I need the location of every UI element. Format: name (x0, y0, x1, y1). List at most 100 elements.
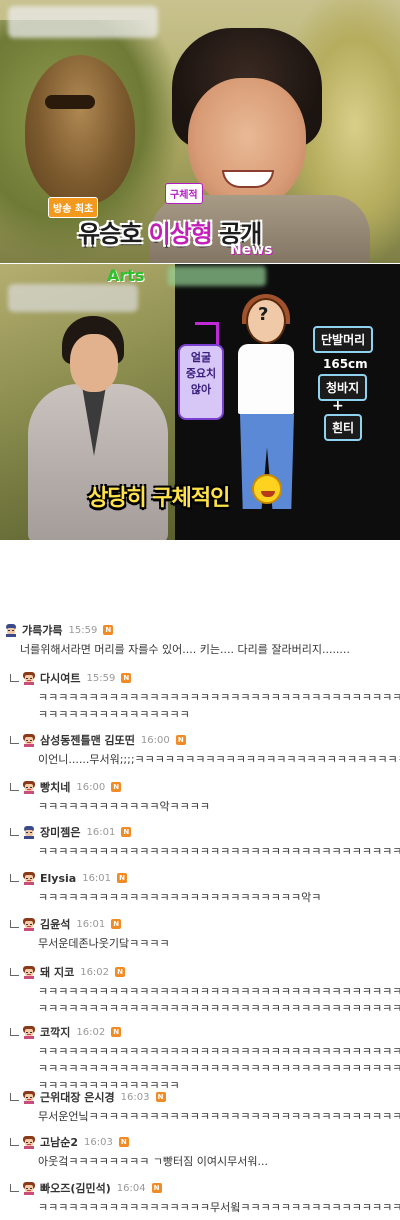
new-badge-icon: N (103, 625, 114, 635)
watermark-news: News (230, 242, 273, 258)
reply-arrow-icon (10, 1138, 19, 1146)
face-note-line-3: 않아 (190, 383, 212, 396)
comment-text: ㅋㅋㅋㅋㅋㅋㅋㅋㅋㅋㅋㅋㅋㅋㅋㅋㅋ무서윜ㅋㅋㅋㅋㅋㅋㅋㅋㅋㅋㅋㅋㅋㅋㅋㅋ (38, 1201, 400, 1214)
comment-nickname[interactable]: 다시여트 (40, 670, 80, 686)
comment-text: ㅋㅋㅋㅋㅋㅋㅋㅋㅋㅋㅋㅋ악ㅋㅋㅋㅋ (38, 800, 211, 813)
comment-meta: 김윤석 16:01 N (10, 916, 122, 932)
comment-time: 16:02 (76, 1026, 106, 1038)
comment-time: 15:59 (86, 672, 116, 684)
channel-brand: Arts (107, 266, 145, 285)
comment-nickname[interactable]: 빵치네 (40, 779, 70, 795)
reply-arrow-icon (10, 874, 19, 882)
label-white-tee: 흰티 (324, 414, 363, 441)
comment-text: ㅋㅋㅋㅋㅋㅋㅋㅋㅋㅋㅋㅋㅋㅋㅋㅋㅋㅋㅋㅋㅋㅋㅋㅋㅋㅋㅋㅋㅋㅋㅋㅋㅋㅋㅋㅋㅋ (38, 845, 400, 858)
girl-avatar-icon (22, 1181, 36, 1195)
new-badge-icon: N (121, 827, 132, 837)
question-mark-icon: ? (258, 304, 269, 325)
girl-avatar-icon (22, 1025, 36, 1039)
caption-quite-specific: 상당히 구체적인 (88, 486, 230, 511)
comment-nickname[interactable]: 돼 지코 (40, 964, 74, 980)
caption-name: 유승호 (78, 220, 149, 248)
girl-avatar-icon (22, 671, 36, 685)
girl-avatar-icon (22, 871, 36, 885)
comment-text: ㅋㅋㅋㅋㅋㅋㅋㅋㅋㅋㅋㅋㅋㅋㅋㅋㅋㅋㅋㅋㅋㅋㅋㅋㅋㅋㅋㅋㅋㅋㅋㅋㅋㅋㅋㅋ시 (38, 691, 400, 704)
caption: 방송 최초 구체적 유승호 이상형 공개 (20, 183, 332, 260)
new-badge-icon: N (118, 1137, 129, 1147)
broadcast-frame-1: 방송 최초 구체적 유승호 이상형 공개 News (0, 0, 400, 263)
girl-avatar-icon (22, 965, 36, 979)
comment-meta: 돼 지코 16:02 N (10, 964, 126, 980)
face-not-important-note: 얼굴 중요치 않아 (178, 344, 224, 420)
comment-meta: 삼성동젠틀맨 김또띤 16:00 N (10, 732, 186, 748)
label-height: 165cm (323, 357, 368, 371)
comment-text: ㅋㅋㅋㅋㅋㅋㅋㅋㅋㅋㅋㅋㅋㅋㅋㅋㅋㅋㅋㅋㅋㅋㅋㅋㅋㅋㅋㅋㅋㅋㅋㅋㅋㅋㅋㅋㅋ (38, 1062, 400, 1075)
knight-avatar-icon (4, 623, 18, 637)
label-jeans: 청바지 (318, 374, 368, 401)
comment-nickname[interactable]: 고남순2 (40, 1134, 78, 1150)
comment-meta: 빠오즈(김민석) 16:04 N (10, 1180, 162, 1196)
blurred-logo (8, 6, 158, 38)
comment-time: 16:01 (86, 826, 116, 838)
comment-text: 무서운데존나웃기닼ㅋㅋㅋㅋ (38, 937, 170, 950)
comment-text: 무서운언닠ㅋㅋㅋㅋㅋㅋㅋㅋㅋㅋㅋㅋㅋㅋㅋㅋㅋㅋㅋㅋㅋㅋㅋㅋㅋㅋㅋㅋㅋㅋㅋㅋ (38, 1110, 400, 1123)
cartoon-critter-mask (45, 95, 95, 109)
new-badge-icon: N (111, 1027, 122, 1037)
girl-avatar-icon (22, 780, 36, 794)
new-badge-icon: N (175, 735, 186, 745)
comment-nickname[interactable]: 코깍지 (40, 1024, 70, 1040)
reply-arrow-icon (10, 674, 19, 682)
comment-time: 15:59 (68, 624, 98, 636)
comment-nickname[interactable]: 빠오즈(김민석) (40, 1180, 111, 1196)
comment-meta: 장미젬은 16:01 N (10, 824, 132, 840)
face-note-line-2: 중요치 (185, 367, 217, 380)
knight-avatar-icon (22, 825, 36, 839)
comment-nickname[interactable]: 삼성동젠틀맨 김또띤 (40, 732, 135, 748)
comment-meta: 갸륵갸륵 15:59 N (4, 622, 114, 638)
comment-meta: 코깍지 16:02 N (10, 1024, 122, 1040)
comment-time: 16:00 (140, 734, 170, 746)
figure-white-tee (238, 344, 294, 414)
comment-text: ㅋㅋㅋㅋㅋㅋㅋㅋㅋㅋㅋㅋㅋㅋㅋㅋㅋㅋㅋㅋㅋㅋㅋㅋㅋㅋㅋㅋㅋㅋㅋㅋㅋㅋㅋㅋㅋ (38, 1002, 400, 1015)
comment-nickname[interactable]: 갸륵갸륵 (22, 622, 62, 638)
comment-meta: 고남순2 16:03 N (10, 1134, 129, 1150)
comment-text: ㅋㅋㅋㅋㅋㅋㅋㅋㅋㅋㅋㅋㅋㅋㅋㅋㅋㅋㅋㅋㅋㅋㅋㅋㅋㅋㅋㅋㅋㅋㅋㅋㅋㅋㅋㅋㅋ (38, 1045, 400, 1058)
reply-arrow-icon (10, 1184, 19, 1192)
caption-highlight: 이상형 (148, 220, 213, 248)
comment-nickname[interactable]: Elysia (40, 872, 76, 885)
comment-nickname[interactable]: 근위대장 은시경 (40, 1089, 115, 1105)
laughing-emoji-icon (252, 474, 282, 504)
reply-arrow-icon (10, 736, 19, 744)
comment-text: 아웃겈ㅋㅋㅋㅋㅋㅋㅋㅋ ㄱ빵터짐 이여시무서워... (38, 1155, 269, 1168)
comment-meta: Elysia 16:01 N (10, 870, 128, 886)
new-badge-icon: N (155, 1092, 166, 1102)
comment-text: ㅋㅋㅋㅋㅋㅋㅋㅋㅋㅋㅋㅋㅋㅋㅋ (38, 708, 190, 721)
caption-tag-specific: 구체적 (165, 183, 203, 204)
comment-time: 16:01 (76, 918, 106, 930)
new-badge-icon: N (151, 1183, 162, 1193)
comment-meta: 근위대장 은시경 16:03 N (10, 1089, 166, 1105)
broadcast-frame-2: Arts 얼굴 중요치 않아 ? 단발머리 165cm 청바지 + 흰티 상당히… (0, 264, 400, 540)
comment-time: 16:03 (120, 1091, 150, 1103)
arrow-icon (195, 322, 219, 346)
comment-nickname[interactable]: 김윤석 (40, 916, 70, 932)
girl-avatar-icon (22, 1135, 36, 1149)
comment-text: 너를위해서라면 머리를 자를수 있어.... 키는.... 다리를 잘라버리지.… (20, 643, 350, 656)
label-plus: + (332, 398, 344, 414)
new-badge-icon: N (117, 873, 128, 883)
new-badge-icon: N (121, 673, 132, 683)
comment-time: 16:03 (84, 1136, 113, 1148)
new-badge-icon: N (111, 919, 122, 929)
reply-arrow-icon (10, 783, 19, 791)
reply-arrow-icon (10, 1093, 19, 1101)
girl-avatar-icon (22, 917, 36, 931)
girl-avatar-icon (22, 733, 36, 747)
comment-list: 갸륵갸륵 15:59 N 너를위해서라면 머리를 자를수 있어.... 키는.... … (0, 614, 400, 1220)
label-short-hair: 단발머리 (313, 326, 374, 353)
reply-arrow-icon (10, 1028, 19, 1036)
comment-nickname[interactable]: 장미젬은 (40, 824, 80, 840)
blurred-channel-name (168, 266, 266, 286)
comment-time: 16:01 (82, 872, 112, 884)
comment-text: ㅋㅋㅋㅋㅋㅋㅋㅋㅋㅋㅋㅋㅋㅋㅋㅋㅋㅋㅋㅋㅋㅋㅋㅋㅋㅋ악ㅋ (38, 891, 322, 904)
comment-time: 16:00 (76, 781, 106, 793)
reply-arrow-icon (10, 968, 19, 976)
